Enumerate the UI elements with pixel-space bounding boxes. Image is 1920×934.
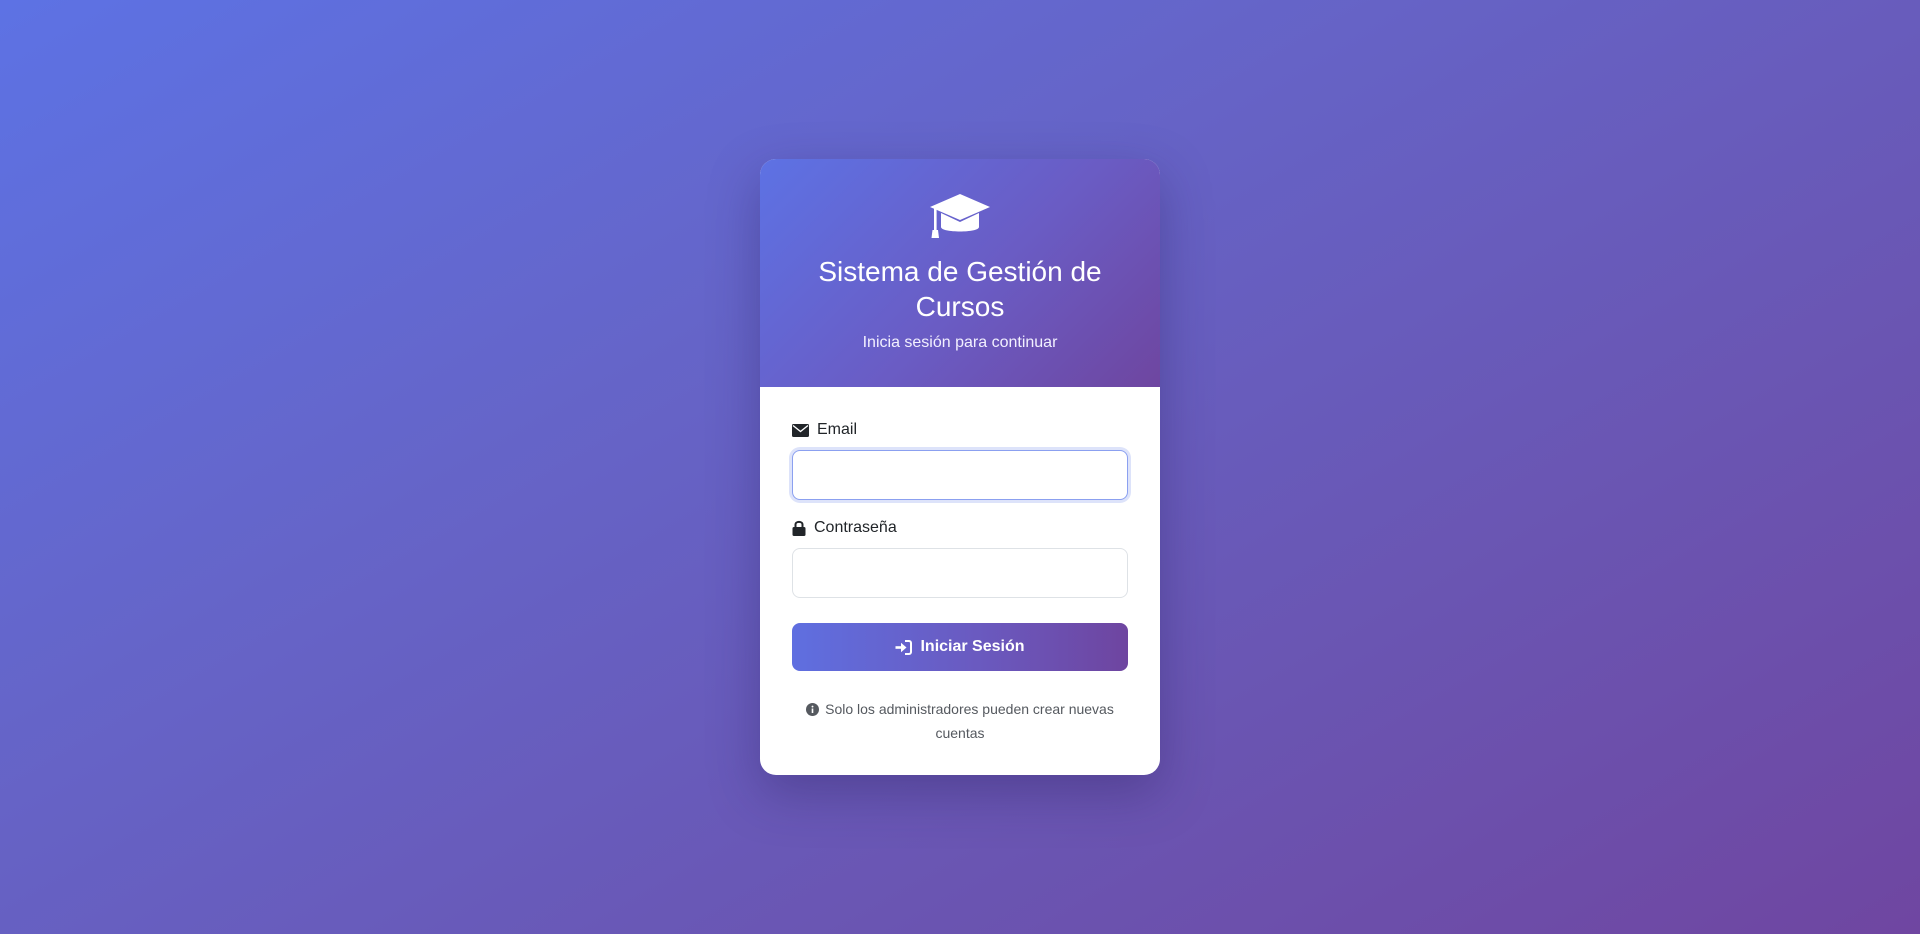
password-label: Contraseña [792,519,897,537]
login-button-label: Iniciar Sesión [920,638,1025,655]
info-circle-icon [806,703,820,716]
email-input[interactable] [792,450,1128,500]
envelope-icon [792,423,809,437]
login-button[interactable]: Iniciar Sesión [792,623,1128,671]
login-form: Email Contraseña Iniciar Sesión Solo los… [760,159,1160,775]
password-label-text: Contraseña [814,519,897,536]
admin-note: Solo los administradores pueden crear nu… [792,697,1128,745]
lock-icon [792,520,806,536]
login-card: Sistema de Gestión de Cursos Inicia sesi… [760,159,1160,775]
email-label-text: Email [817,421,858,438]
sign-in-icon [895,639,913,655]
password-input[interactable] [792,548,1128,598]
admin-note-text: Solo los administradores pueden crear nu… [825,701,1114,741]
email-label: Email [792,421,857,439]
